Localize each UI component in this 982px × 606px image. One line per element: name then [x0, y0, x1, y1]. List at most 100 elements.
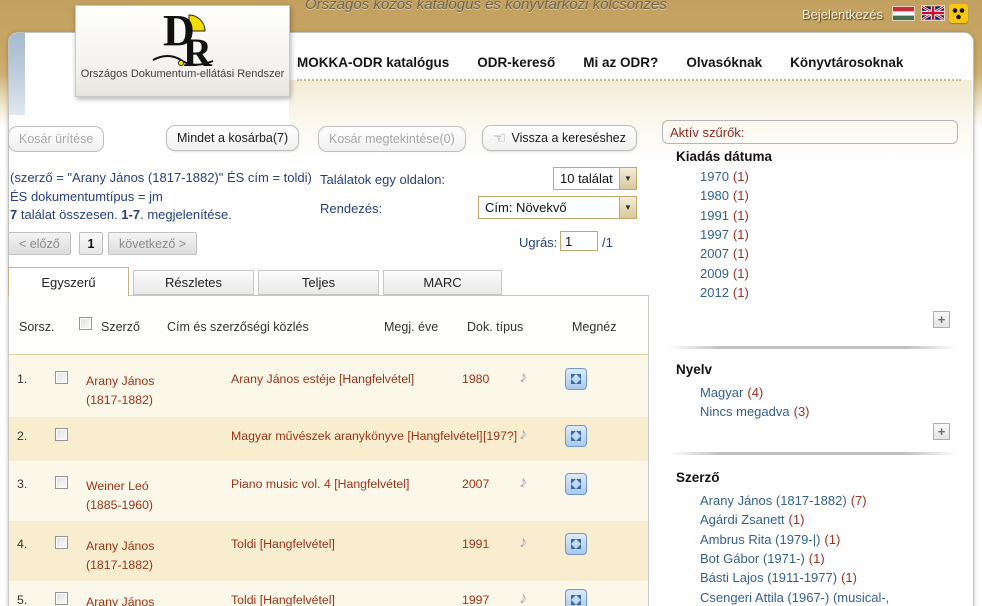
row-number: 3. — [17, 477, 27, 491]
filter-item-author[interactable]: Bot Gábor (1971-)(1) — [700, 549, 893, 568]
empty-cart-button[interactable]: Kosár ürítése — [8, 126, 104, 152]
publish-year: 1991 — [462, 537, 489, 551]
result-count-line: 7 találat összesen. 1-7. megjelenítése. — [10, 206, 315, 225]
panel-corner-decoration — [9, 33, 25, 115]
tab-egyszeru[interactable]: Egyszerű — [8, 267, 129, 296]
title-link[interactable]: Toldi [Hangfelvétel] — [231, 593, 335, 606]
author-link[interactable]: Weiner Leó (1885-1960) — [86, 477, 226, 515]
search-summary: (szerző = "Arany János (1817-1882)" ÉS c… — [10, 169, 315, 225]
row-number: 4. — [17, 537, 27, 551]
sort-value: Cím: Növekvő — [479, 200, 619, 215]
title-link[interactable]: Arany János estéje [Hangfelvétel] — [231, 372, 414, 386]
query-line-2: ÉS dokumentumtípus = jm — [10, 188, 315, 207]
filter-item-date[interactable]: 2009(1) — [700, 263, 749, 282]
expand-view-button[interactable] — [565, 368, 587, 390]
select-all-checkbox[interactable] — [79, 317, 92, 330]
col-header-num: Sorsz. — [19, 320, 54, 334]
tab-marc[interactable]: MARC — [383, 270, 502, 295]
filter-item-author[interactable]: Básti Lajos (1911-1977)(1) — [700, 568, 893, 587]
author-link[interactable]: Arany János (1817-1882) — [86, 537, 226, 575]
filter-item-date[interactable]: 1991(1) — [700, 206, 749, 225]
filter-item-language[interactable]: Nincs megadva(3) — [700, 402, 810, 421]
filter-item-date[interactable]: 2012(1) — [700, 283, 749, 302]
active-filters-box: Aktív szűrők: — [662, 120, 958, 144]
music-note-icon: ♪ — [519, 474, 527, 492]
logo-caption: Országos Dokumentum-ellátási Rendszer — [76, 68, 289, 80]
jump-page-input[interactable] — [560, 231, 598, 251]
filter-section-language-title: Nyelv — [676, 362, 712, 377]
expand-view-button[interactable] — [565, 425, 587, 447]
back-to-search-button[interactable]: ☜ Vissza a kereséshez — [482, 125, 637, 151]
per-page-select[interactable]: 10 találat ▼ — [553, 167, 637, 190]
music-note-icon: ♪ — [519, 426, 527, 444]
accessibility-icon[interactable] — [949, 4, 968, 23]
filter-item-date[interactable]: 1997(1) — [700, 225, 749, 244]
next-page-button[interactable]: következő > — [108, 232, 197, 255]
table-header-row: Sorsz. Szerző Cím és szerzőségi közlés M… — [9, 296, 648, 355]
nav-olvasoknak[interactable]: Olvasóknak — [686, 55, 762, 70]
tab-reszletes[interactable]: Részletes — [133, 270, 254, 295]
filter-item-date[interactable]: 2007(1) — [700, 244, 749, 263]
filter-item-date[interactable]: 1970(1) — [700, 167, 749, 186]
row-checkbox[interactable] — [55, 476, 68, 489]
filter-item-author[interactable]: Csengeri Attila (1967-) (musical-, — [700, 587, 893, 606]
filter-item-language[interactable]: Magyar(4) — [700, 383, 810, 402]
row-checkbox[interactable] — [55, 592, 68, 605]
language-filter-list: Magyar(4) Nincs megadva(3) — [700, 383, 810, 422]
view-cart-button[interactable]: Kosár megtekintése(0) — [318, 126, 466, 152]
expand-view-button[interactable] — [565, 473, 587, 495]
more-languages-button[interactable]: + — [933, 423, 950, 440]
sidebar-divider — [668, 346, 958, 349]
row-checkbox[interactable] — [55, 428, 68, 441]
author-link[interactable]: Arany János — [86, 593, 226, 606]
title-link[interactable]: Toldi [Hangfelvétel] — [231, 537, 335, 551]
active-filters-label: Aktív szűrők: — [670, 125, 744, 140]
site-title: Országos közös katalógus és könyvtárközi… — [305, 0, 667, 13]
col-header-year: Megj. éve — [384, 320, 438, 334]
uk-flag-icon[interactable] — [922, 6, 944, 20]
col-header-title: Cím és szerzőségi közlés — [167, 320, 309, 334]
col-header-author: Szerző — [101, 320, 140, 334]
filter-item-date[interactable]: 1980(1) — [700, 186, 749, 205]
hungarian-flag-icon[interactable] — [893, 7, 914, 20]
current-page-button[interactable]: 1 — [79, 232, 103, 255]
music-note-icon: ♪ — [519, 590, 527, 606]
back-to-search-label: Vissza a kereséshez — [511, 131, 625, 145]
filter-item-author[interactable]: Agárdi Zsanett(1) — [700, 510, 893, 529]
author-link[interactable]: Arany János (1817-1882) — [86, 372, 226, 410]
results-table: Sorsz. Szerző Cím és szerzőségi közlés M… — [8, 296, 649, 606]
nav-odr-kereso[interactable]: ODR-kereső — [477, 55, 555, 70]
expand-view-button[interactable] — [565, 589, 587, 606]
title-link[interactable]: Magyar művészek aranykönyve [Hangfelvéte… — [231, 429, 483, 443]
music-note-icon: ♪ — [519, 534, 527, 552]
login-link[interactable]: Bejelentkezés — [802, 7, 883, 22]
nav-mi-az-odr[interactable]: Mi az ODR? — [583, 55, 658, 70]
add-all-to-cart-button[interactable]: Mindet a kosárba(7) — [166, 125, 299, 151]
hand-pointer-icon: ☜ — [493, 131, 506, 146]
filter-item-author[interactable]: Ambrus Rita (1979-|)(1) — [700, 530, 893, 549]
row-checkbox[interactable] — [55, 371, 68, 384]
row-number: 1. — [17, 372, 27, 386]
sort-select[interactable]: Cím: Növekvő ▼ — [478, 196, 637, 219]
publish-year: 1997 — [462, 593, 489, 606]
odr-logo-icon: D R — [137, 8, 229, 70]
author-filter-list: Arany János (1817-1882)(7) Agárdi Zsanet… — [700, 491, 893, 606]
page: Országos közös katalógus és könyvtárközi… — [0, 0, 982, 606]
chevron-down-icon: ▼ — [619, 197, 636, 218]
table-row: 5. Arany János Toldi [Hangfelvétel] 1997… — [9, 581, 648, 606]
prev-page-button[interactable]: < előző — [8, 232, 71, 255]
jump-label: Ugrás: — [519, 235, 557, 250]
row-number: 5. — [17, 593, 27, 606]
filter-item-author[interactable]: Arany János (1817-1882)(7) — [700, 491, 893, 510]
tab-teljes[interactable]: Teljes — [258, 270, 379, 295]
more-dates-button[interactable]: + — [933, 311, 950, 328]
row-checkbox[interactable] — [55, 536, 68, 549]
expand-view-button[interactable] — [565, 533, 587, 555]
col-header-doctype: Dok. típus — [467, 320, 523, 334]
odr-logo-box[interactable]: D R Országos Dokumentum-ellátási Rendsze… — [75, 5, 290, 97]
sidebar-divider — [668, 452, 958, 455]
title-link[interactable]: Piano music vol. 4 [Hangfelvétel] — [231, 477, 409, 491]
table-row: 4. Arany János (1817-1882) Toldi [Hangfe… — [9, 521, 648, 581]
nav-mokka-odr-katalogus[interactable]: MOKKA-ODR katalógus — [297, 55, 449, 70]
nav-konyvtarosoknak[interactable]: Könyvtárosoknak — [790, 55, 903, 70]
